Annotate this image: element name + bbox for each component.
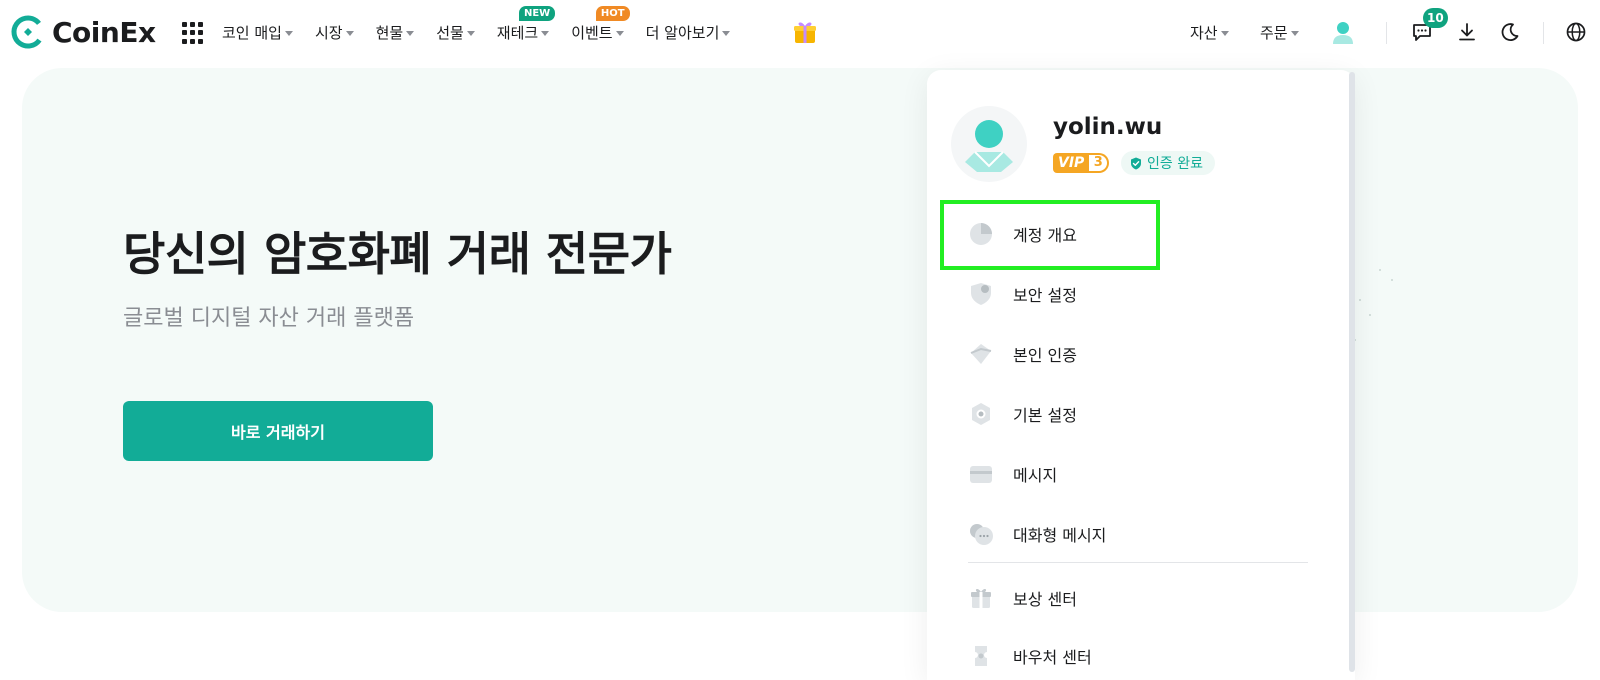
username: yolin.wu [1053, 114, 1163, 140]
pie-chart-icon [970, 223, 992, 245]
gift-icon [971, 588, 991, 608]
globe-icon[interactable] [1565, 21, 1587, 43]
assets-label: 자산 [1190, 23, 1218, 42]
caret-down-icon [722, 30, 731, 36]
caret-down-icon [615, 30, 624, 36]
menu-item-label: 보상 센터 [1013, 590, 1077, 609]
menu-item-security-settings[interactable]: 보안 설정 [968, 274, 1308, 314]
shield-icon [971, 283, 991, 305]
top-header: CoinEx 코인 매입 시장 현물 선물 재테크 NEW 이벤트 HOT 더 … [0, 0, 1600, 64]
hero-title: 당신의 암호화폐 거래 전문가 [123, 227, 672, 281]
orders-label: 주문 [1260, 23, 1288, 42]
menu-item-label: 기본 설정 [1013, 406, 1077, 425]
nav-item-finance[interactable]: 재테크 NEW [496, 5, 556, 43]
menu-item-basic-settings[interactable]: 기본 설정 [968, 394, 1308, 434]
nav-item-futures[interactable]: 선물 [436, 22, 475, 43]
message-count-badge: 10 [1423, 8, 1448, 28]
nav-item-label: 더 알아보기 [645, 23, 720, 42]
menu-item-label: 보안 설정 [1013, 286, 1077, 305]
brand-name: CoinEx [52, 15, 156, 49]
caret-down-icon [345, 30, 354, 36]
caret-down-icon [1290, 30, 1299, 36]
settings-icon [972, 403, 990, 425]
vip-badge[interactable]: VIP 3 [1053, 152, 1110, 174]
caret-down-icon [541, 30, 550, 36]
gift-icon[interactable] [792, 19, 818, 45]
header-divider [1543, 22, 1544, 44]
nav-item-more[interactable]: 더 알아보기 [646, 22, 731, 43]
caret-down-icon [1220, 30, 1229, 36]
main-nav: 코인 매입 시장 현물 선물 재테크 NEW 이벤트 HOT 더 알아보기 [222, 0, 752, 64]
orders-menu[interactable]: 주문 [1260, 0, 1299, 64]
voucher-icon [975, 646, 987, 666]
user-avatar-icon [965, 120, 1013, 172]
nav-item-label: 코인 매입 [222, 23, 282, 42]
chat-icon [970, 524, 993, 545]
nav-item-label: 선물 [436, 23, 464, 42]
caret-down-icon [406, 30, 415, 36]
menu-item-reward-center[interactable]: 보상 센터 [968, 578, 1308, 618]
id-verify-icon [970, 344, 992, 364]
coinex-logo[interactable]: CoinEx [10, 13, 156, 51]
menu-item-label: 대화형 메시지 [1013, 526, 1107, 545]
message-icon [970, 466, 992, 483]
user-avatar-icon[interactable] [1331, 20, 1355, 46]
nav-item-events[interactable]: 이벤트 HOT [571, 5, 630, 43]
moon-icon[interactable] [1499, 21, 1521, 43]
nav-item-spot[interactable]: 현물 [376, 22, 415, 43]
menu-divider [968, 562, 1308, 563]
menu-item-interactive-messages[interactable]: 대화형 메시지 [968, 514, 1308, 554]
apps-grid-icon[interactable] [182, 22, 204, 44]
trade-now-button[interactable]: 바로 거래하기 [123, 401, 433, 461]
profile-avatar[interactable] [951, 106, 1027, 182]
nav-item-buy-crypto[interactable]: 코인 매입 [222, 22, 293, 43]
menu-item-label: 계정 개요 [1013, 226, 1077, 245]
nav-item-label: 이벤트 [571, 23, 613, 42]
nav-item-label: 현물 [375, 23, 404, 42]
verified-label: 인증 완료 [1147, 156, 1203, 172]
menu-item-account-overview[interactable]: 계정 개요 [968, 214, 1308, 254]
caret-down-icon [284, 30, 293, 36]
verified-badge[interactable]: 인증 완료 [1121, 151, 1215, 175]
dropdown-scrollbar[interactable] [1349, 72, 1355, 672]
nav-item-label: 재테크 [496, 23, 539, 42]
menu-item-label: 바우처 센터 [1013, 648, 1092, 667]
nav-item-label: 시장 [314, 23, 343, 42]
download-icon[interactable] [1456, 21, 1478, 43]
caret-down-icon [466, 30, 475, 36]
menu-item-identity-verification[interactable]: 본인 인증 [968, 334, 1308, 374]
new-badge: NEW [518, 5, 556, 21]
menu-item-label: 본인 인증 [1013, 346, 1077, 365]
nav-item-market[interactable]: 시장 [315, 22, 354, 43]
hero-subtitle: 글로벌 디지털 자산 거래 플랫폼 [123, 306, 415, 331]
vip-label: VIP [1053, 153, 1090, 173]
vip-level: 3 [1089, 153, 1110, 173]
menu-item-messages[interactable]: 메시지 [968, 454, 1308, 494]
coinex-logo-icon [11, 15, 45, 49]
verified-shield-icon [1131, 157, 1141, 169]
assets-menu[interactable]: 자산 [1190, 0, 1229, 64]
hot-badge: HOT [595, 5, 630, 21]
menu-item-voucher-center[interactable]: 바우처 센터 [968, 636, 1308, 676]
menu-item-label: 메시지 [1013, 466, 1058, 485]
header-divider [1386, 22, 1387, 44]
